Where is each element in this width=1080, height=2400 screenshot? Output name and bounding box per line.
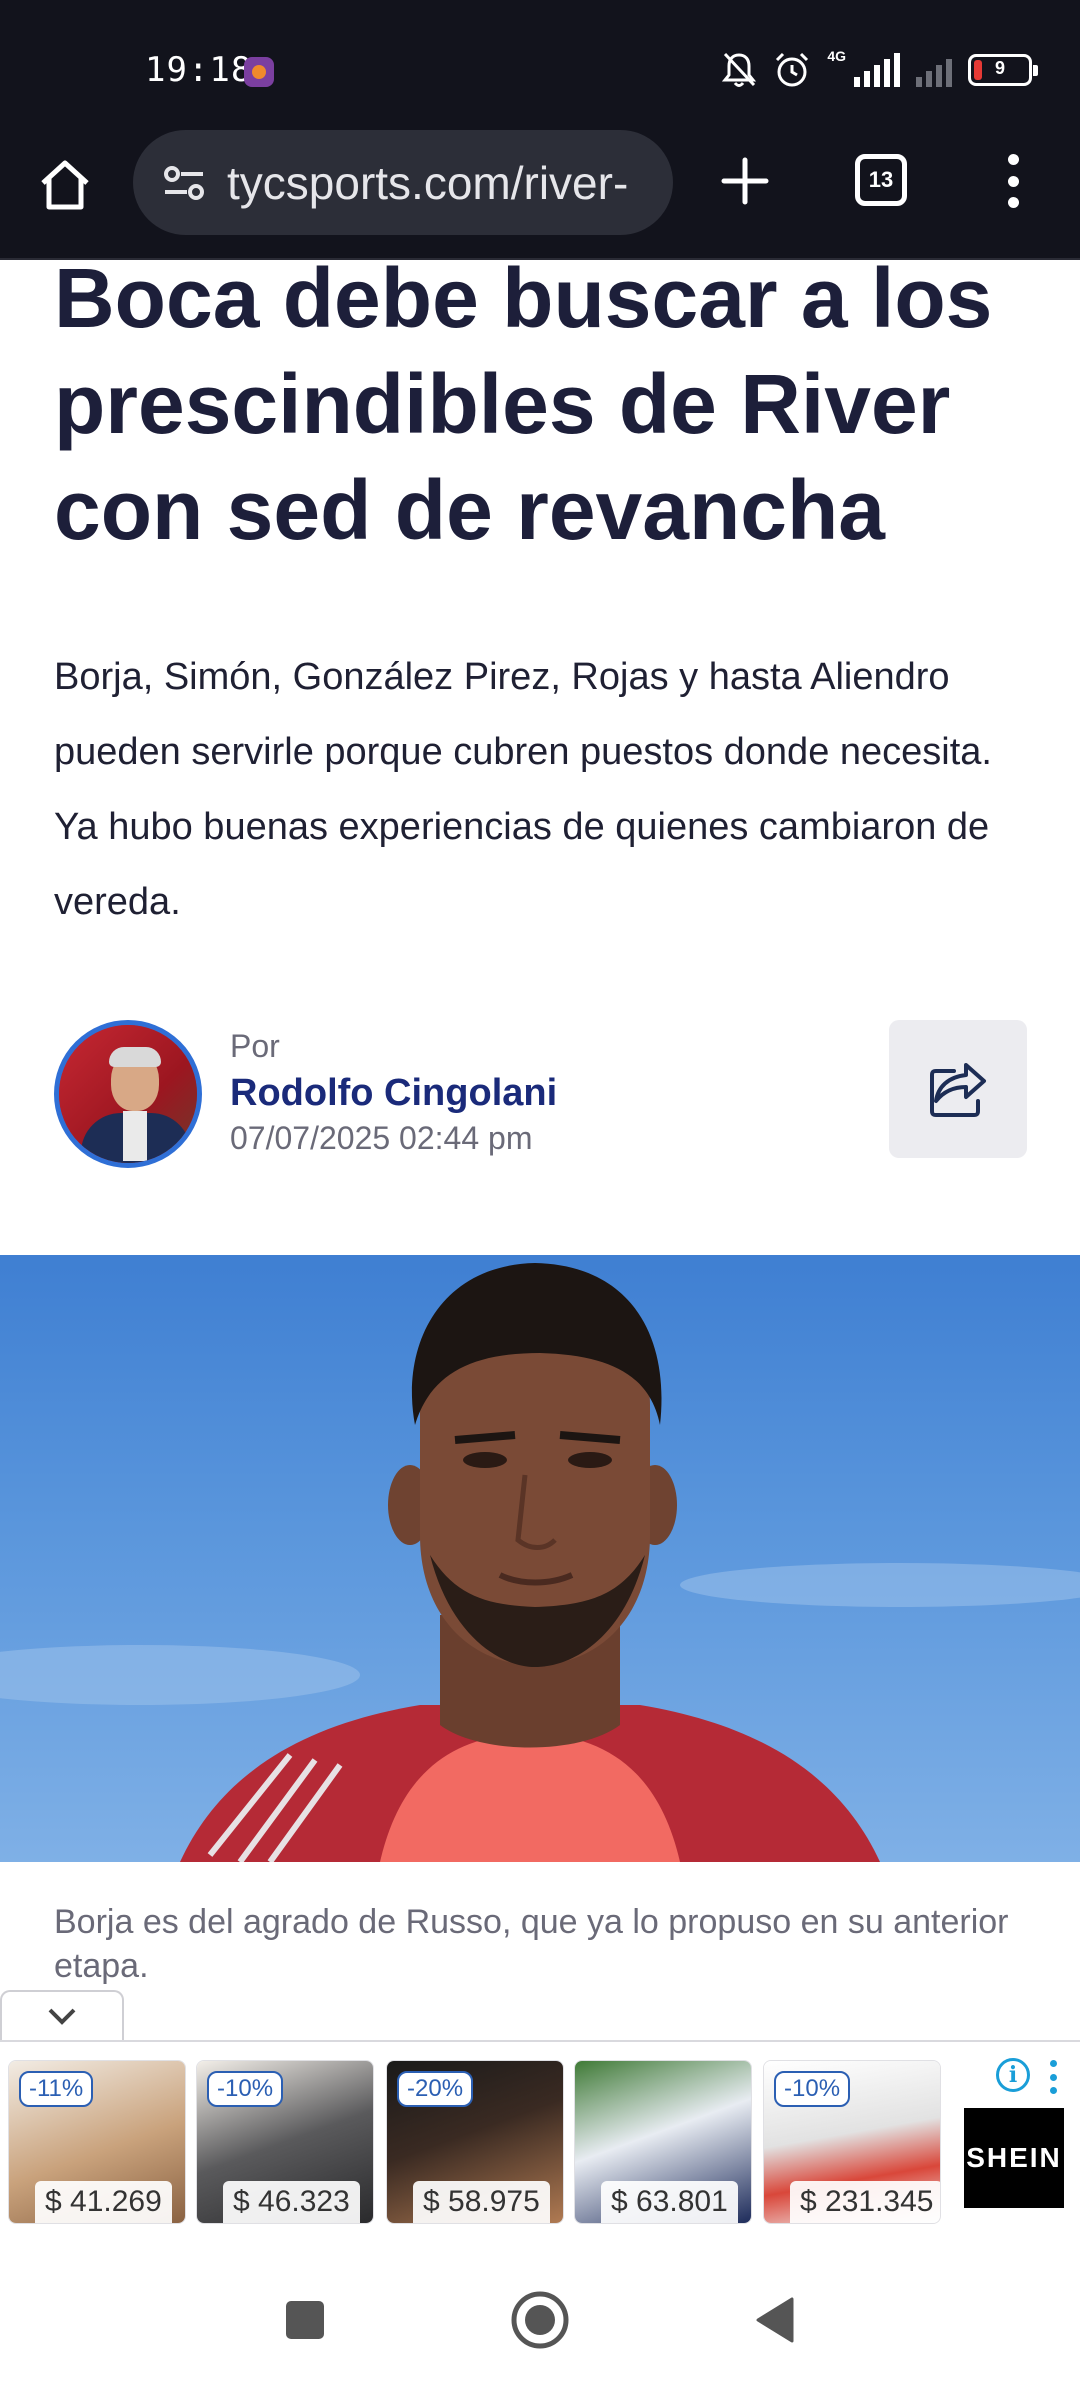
plus-icon [721,157,769,205]
new-tab-button[interactable] [712,148,778,214]
more-vert-icon [1007,154,1019,165]
discount-badge: -20% [397,2071,474,2107]
ad-product[interactable]: -10% $ 231.345 [763,2060,941,2224]
ad-banner[interactable]: -11% $ 41.269 -10% $ 46.323 -20% $ 58.97… [0,2040,1080,2235]
bell-off-icon [722,52,757,87]
author-avatar[interactable] [54,1020,202,1168]
player-photo [0,1263,1080,1862]
alarm-icon [776,52,809,87]
ad-brand-logo[interactable]: SHEIN [964,2108,1064,2208]
ad-product[interactable]: -20% $ 58.975 [386,2060,564,2224]
status-icons: 4G 9 [721,48,1038,92]
author-prefix: Por [230,1028,280,1064]
home-nav-button[interactable] [505,2285,575,2355]
url-text: tycsports.com/river- [227,156,629,209]
circle-home-icon [511,2291,569,2349]
author-name-link[interactable]: Rodolfo Cingolani [230,1072,557,1115]
home-button[interactable] [30,150,100,220]
chevron-down-icon [48,2008,76,2025]
app-notification-icon [244,57,274,87]
ad-more-icon[interactable] [1048,2060,1058,2094]
address-bar[interactable]: tycsports.com/river- [133,130,673,235]
product-price: $ 41.269 [35,2181,172,2223]
product-price: $ 63.801 [601,2181,738,2223]
more-menu-button[interactable] [988,148,1038,214]
site-settings-icon[interactable] [161,160,207,206]
share-icon [930,1063,986,1117]
system-nav-bar [0,2235,1080,2400]
back-triangle-icon [756,2297,794,2343]
battery-icon: 9 [968,54,1038,86]
signal-strength-icon [854,53,900,87]
publish-date: 07/07/2025 02:44 pm [230,1120,533,1156]
square-icon [286,2301,324,2339]
discount-badge: -10% [207,2071,284,2107]
battery-level: 9 [994,58,1005,78]
share-button[interactable] [889,1020,1027,1158]
home-icon [41,160,89,210]
article-headline: Boca debe buscar a los prescindibles de … [54,251,993,557]
author-block: Por Rodolfo Cingolani 07/07/2025 02:44 p… [54,1020,1034,1170]
image-caption: Borja es del agrado de Russo, que ya lo … [54,1903,1009,1985]
recents-button[interactable] [270,2285,340,2355]
back-button[interactable] [740,2285,810,2355]
ad-product[interactable]: $ 63.801 [574,2060,752,2224]
article-hero-image [0,1255,1080,1862]
ad-product[interactable]: -10% $ 46.323 [196,2060,374,2224]
article-lede: Borja, Simón, González Pirez, Rojas y ha… [54,656,992,923]
discount-badge: -10% [774,2071,851,2107]
browser-toolbar: tycsports.com/river- 13 [0,130,1080,260]
discount-badge: -11% [19,2071,94,2107]
ad-info-icon[interactable]: i [996,2058,1030,2092]
tab-switcher-button[interactable]: 13 [855,154,907,206]
ad-collapse-button[interactable] [0,1990,124,2040]
product-price: $ 231.345 [790,2181,940,2223]
signal-disabled-icon [916,53,952,87]
ad-product[interactable]: -11% $ 41.269 [8,2060,186,2224]
product-price: $ 46.323 [223,2181,360,2223]
status-bar: 19:18 4G 9 [0,0,1080,130]
product-price: $ 58.975 [413,2181,550,2223]
network-type-label: 4G [827,48,846,64]
status-time: 19:18 [145,50,253,90]
